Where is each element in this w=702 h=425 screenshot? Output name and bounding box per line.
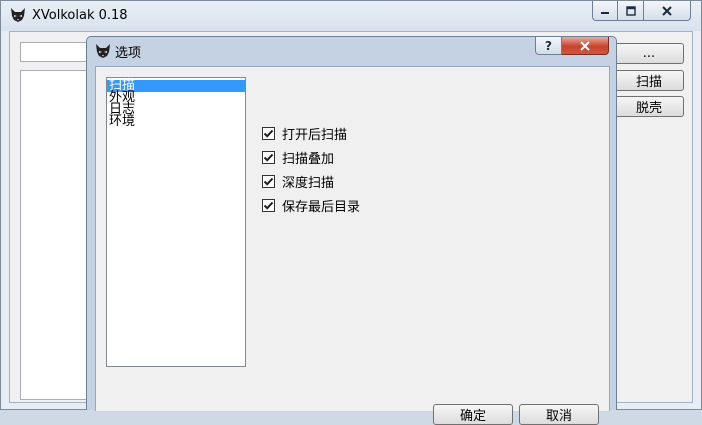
category-list[interactable]: 扫描 外观 日志 环境 — [106, 77, 246, 367]
checkbox[interactable] — [262, 174, 275, 188]
checkbox[interactable] — [262, 198, 275, 212]
scan-button[interactable]: 扫描 — [614, 70, 684, 91]
wolf-app-icon — [96, 44, 110, 58]
help-icon: ? — [545, 38, 552, 53]
wolf-app-icon — [11, 8, 25, 22]
minimize-icon — [601, 11, 609, 14]
checkmark-icon — [263, 153, 274, 162]
unpack-button[interactable]: 脱壳 — [614, 96, 684, 117]
main-titlebar[interactable]: XVolkolak 0.18 — [1, 1, 701, 31]
checkmark-icon — [263, 201, 274, 210]
option-label: 打开后扫描 — [282, 127, 348, 143]
option-scan-overlay[interactable]: 扫描叠加 — [262, 148, 335, 167]
help-button[interactable]: ? — [535, 37, 562, 55]
maximize-button[interactable] — [618, 1, 644, 21]
dialog-client-area: 扫描 外观 日志 环境 打开后扫描 扫描叠加 深度扫描 保存最后目录 确定 取消 — [95, 66, 610, 425]
browse-button[interactable]: ... — [614, 43, 684, 64]
cancel-button[interactable]: 取消 — [519, 404, 599, 425]
dialog-title: 选项 — [115, 46, 142, 61]
options-dialog: 选项 ? 扫描 外观 日志 环境 打开后扫描 扫描叠加 深度扫描 保存最后目录 … — [86, 36, 617, 425]
option-save-last-directory[interactable]: 保存最后目录 — [262, 196, 361, 215]
checkbox[interactable] — [262, 150, 275, 164]
dialog-titlebar[interactable]: 选项 ? — [87, 37, 616, 63]
option-scan-after-open[interactable]: 打开后扫描 — [262, 124, 348, 143]
maximize-icon — [625, 5, 636, 16]
checkmark-icon — [263, 129, 274, 138]
option-label: 深度扫描 — [282, 175, 335, 191]
checkbox[interactable] — [262, 126, 275, 140]
close-icon — [580, 40, 590, 51]
option-label: 扫描叠加 — [282, 151, 335, 167]
minimize-button[interactable] — [592, 1, 618, 21]
close-button[interactable] — [644, 1, 691, 21]
checkmark-icon — [263, 177, 274, 186]
option-label: 保存最后目录 — [282, 199, 361, 215]
window-title: XVolkolak 0.18 — [32, 8, 128, 23]
dialog-close-button[interactable] — [562, 37, 609, 55]
ok-button[interactable]: 确定 — [433, 404, 513, 425]
close-icon — [662, 5, 672, 16]
window-controls — [592, 1, 691, 21]
option-deep-scan[interactable]: 深度扫描 — [262, 172, 335, 191]
category-item-environment[interactable]: 环境 — [107, 115, 245, 128]
